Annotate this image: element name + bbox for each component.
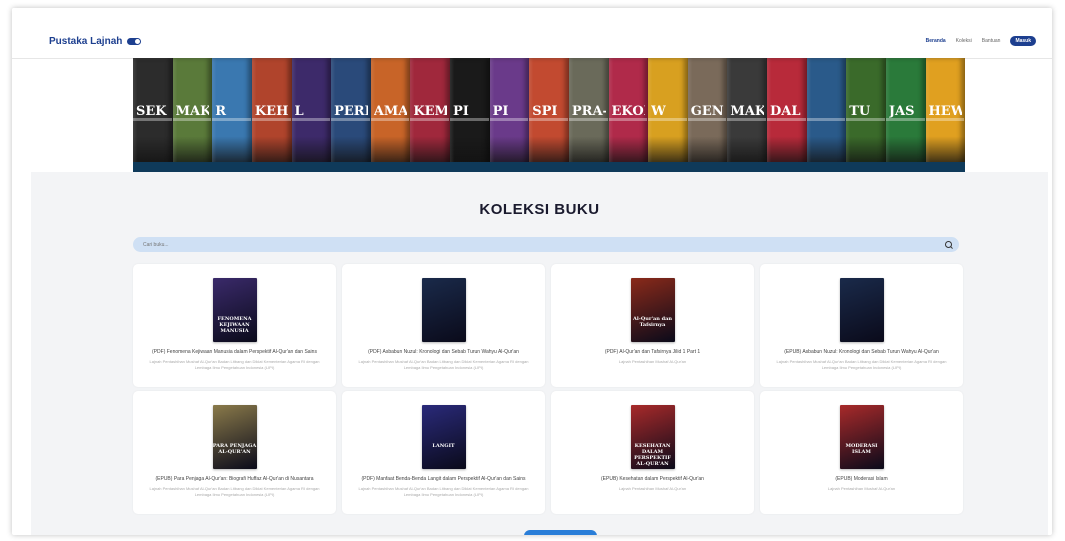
book-author: Lajnah Pentashihan Mushaf Al-Qur'an	[618, 486, 687, 491]
banner-book-spine: AMAT	[370, 58, 411, 170]
banner-book-spine: PI	[489, 58, 530, 170]
book-card[interactable]: LANGIT (PDF) Manfaat Benda-Benda Langit d…	[342, 391, 545, 514]
search-input[interactable]	[143, 237, 923, 252]
book-card[interactable]: FENOMENA KEJIWAAN MANUSIA (PDF) Fenomena …	[133, 264, 336, 387]
banner-book-spine: DAL	[767, 58, 807, 170]
nav-menu: Beranda Koleksi Bantuan Masuk	[926, 36, 1036, 46]
spine-title: JAS	[888, 104, 915, 119]
navbar: Pustaka Lajnah Beranda Koleksi Bantuan M…	[12, 8, 1052, 59]
book-cover[interactable]	[839, 278, 884, 342]
banner-book-spine: R	[212, 58, 252, 170]
login-button[interactable]: Masuk	[1010, 36, 1036, 46]
nav-item-bantuan[interactable]: Bantuan	[982, 38, 1001, 44]
banner-book-spine: KEH	[251, 58, 292, 170]
banner-book-spine: PI	[450, 58, 490, 170]
banner-book-spine: TU	[846, 58, 886, 170]
banner-book-spine: GEN	[687, 58, 728, 170]
book-title[interactable]: (PDF) Al-Qur'an dan Tafsirnya Jilid 1 Pa…	[557, 349, 748, 356]
cover-caption: LANGIT	[432, 443, 455, 449]
book-author: Lajnah Pentashihan Mushaf Al-Qur'an	[618, 359, 687, 364]
banner-book-spine: L	[291, 58, 332, 170]
spine-title: MAKI	[730, 104, 764, 119]
cover-caption: KESEHATAN DALAM PERSPEKTIF AL-QUR'AN	[634, 443, 671, 467]
book-author: Lajnah Pentashihan Mushaf Al-Qur'an Bada…	[358, 486, 529, 497]
spine-title: W	[651, 104, 666, 119]
spine-title: KEME	[413, 104, 447, 119]
spine-title: PRA-	[571, 104, 606, 119]
cover-caption: PARA PENJAGA AL-QUR'AN	[212, 443, 257, 455]
spine-title: GEN	[690, 104, 724, 119]
section-title: KOLEKSI BUKU	[479, 201, 600, 218]
spine-title: HEWAN	[928, 104, 963, 119]
banner-book-spine: HEWAN	[925, 58, 965, 170]
collection-section: KOLEKSI BUKU FENOMENA KEJIWAAN MANUSIA (P…	[31, 172, 1048, 535]
book-cover[interactable]: KESEHATAN DALAM PERSPEKTIF AL-QUR'AN	[630, 405, 675, 469]
book-author: Lajnah Pentashihan Mushaf Al-Qur'an Bada…	[149, 359, 320, 370]
load-more-button[interactable]	[524, 530, 597, 535]
book-title[interactable]: (PDF) Manfaat Benda-Benda Langit dalam P…	[348, 476, 539, 483]
search-bar[interactable]	[133, 237, 959, 252]
book-card[interactable]: MODERASI ISLAM (EPUB) Moderasi Islam Lajna…	[760, 391, 963, 514]
book-cover[interactable]: PARA PENJAGA AL-QUR'AN	[212, 405, 257, 469]
banner-book-spine: EKON	[608, 58, 649, 170]
banner-book-spine: MAKI	[727, 58, 767, 170]
book-card[interactable]: (EPUB) Asbabun Nuzul: Kronologi dan Seba…	[760, 264, 963, 387]
banner-book-spine: PERI	[331, 58, 371, 170]
book-author: Lajnah Pentashihan Mushaf Al-Qur'an Bada…	[776, 359, 947, 370]
spine-title: PERI	[334, 104, 368, 119]
book-cover[interactable]: MODERASI ISLAM	[839, 405, 884, 469]
book-author: Lajnah Pentashihan Mushaf Al-Qur'an Bada…	[358, 359, 529, 370]
book-cover[interactable]: FENOMENA KEJIWAAN MANUSIA	[212, 278, 257, 342]
spine-title: R	[215, 104, 227, 119]
book-title[interactable]: (PDF) Asbabun Nuzul: Kronologi dan Sebab…	[348, 349, 539, 356]
spine-title: AMAT	[373, 104, 408, 119]
hero-banner: SEK MAKA R KEH L PERI AMAT KEME PI PI SPI PRA- EKON W…	[133, 58, 965, 170]
book-author: Lajnah Pentashihan Mushaf Al-Qur'an	[827, 486, 896, 491]
banner-book-spine: KEME	[410, 58, 450, 170]
nav-item-beranda[interactable]: Beranda	[926, 38, 946, 44]
spine-title: SPI	[532, 104, 558, 119]
book-title[interactable]: (EPUB) Moderasi Islam	[766, 476, 957, 483]
book-cover[interactable]: Al-Qur'an dan Tafsirnya	[630, 278, 675, 342]
search-icon[interactable]	[945, 241, 952, 248]
book-title[interactable]: (EPUB) Asbabun Nuzul: Kronologi dan Seba…	[766, 349, 957, 356]
cover-caption: Al-Qur'an dan Tafsirnya	[633, 316, 672, 328]
toggle-icon	[127, 38, 142, 45]
book-grid: FENOMENA KEJIWAAN MANUSIA (PDF) Fenomena …	[133, 264, 963, 514]
book-card[interactable]: Al-Qur'an dan Tafsirnya (PDF) Al-Qur'an d…	[551, 264, 754, 387]
nav-item-koleksi[interactable]: Koleksi	[956, 38, 972, 44]
brand-logo[interactable]: Pustaka Lajnah	[49, 36, 142, 47]
banner-book-spine	[806, 58, 847, 170]
book-card[interactable]: (PDF) Asbabun Nuzul: Kronologi dan Sebab…	[342, 264, 545, 387]
book-title[interactable]: (EPUB) Para Penjaga Al-Qur'an: Biografi …	[139, 476, 330, 483]
book-card[interactable]: KESEHATAN DALAM PERSPEKTIF AL-QUR'AN (EPU…	[551, 391, 754, 514]
book-author: Lajnah Pentashihan Mushaf Al-Qur'an Bada…	[149, 486, 320, 497]
banner-book-spine: W	[648, 58, 688, 170]
spine-title: KEH	[254, 104, 289, 119]
banner-book-spine: PRA-	[568, 58, 609, 170]
banner-book-spine: SEK	[133, 58, 173, 170]
book-title[interactable]: (PDF) Fenomena Kejiwaan Manusia dalam Pe…	[139, 349, 330, 356]
banner-book-spine: MAKA	[172, 58, 213, 170]
brand-name: Pustaka Lajnah	[49, 36, 123, 47]
spine-title: PI	[453, 104, 469, 119]
book-card[interactable]: PARA PENJAGA AL-QUR'AN (EPUB) Para Penjag…	[133, 391, 336, 514]
spine-band	[806, 118, 846, 121]
banner-book-spine: JAS	[885, 58, 926, 170]
banner-book-spine: SPI	[529, 58, 569, 170]
banner-shelf	[133, 162, 965, 172]
spine-title: PI	[492, 104, 509, 119]
spine-title: EKON	[611, 104, 646, 119]
browser-frame: Pustaka Lajnah Beranda Koleksi Bantuan M…	[12, 8, 1052, 535]
book-cover[interactable]: LANGIT	[421, 405, 466, 469]
spine-title: MAKA	[175, 104, 210, 119]
spine-title: SEK	[136, 104, 167, 119]
spine-title: DAL	[770, 104, 801, 119]
spine-title: TU	[849, 104, 871, 119]
spine-title: L	[294, 104, 304, 119]
book-title[interactable]: (EPUB) Kesehatan dalam Perspektif Al-Qur…	[557, 476, 748, 483]
book-cover[interactable]	[421, 278, 466, 342]
cover-caption: FENOMENA KEJIWAAN MANUSIA	[217, 316, 252, 334]
cover-caption: MODERASI ISLAM	[845, 443, 878, 455]
